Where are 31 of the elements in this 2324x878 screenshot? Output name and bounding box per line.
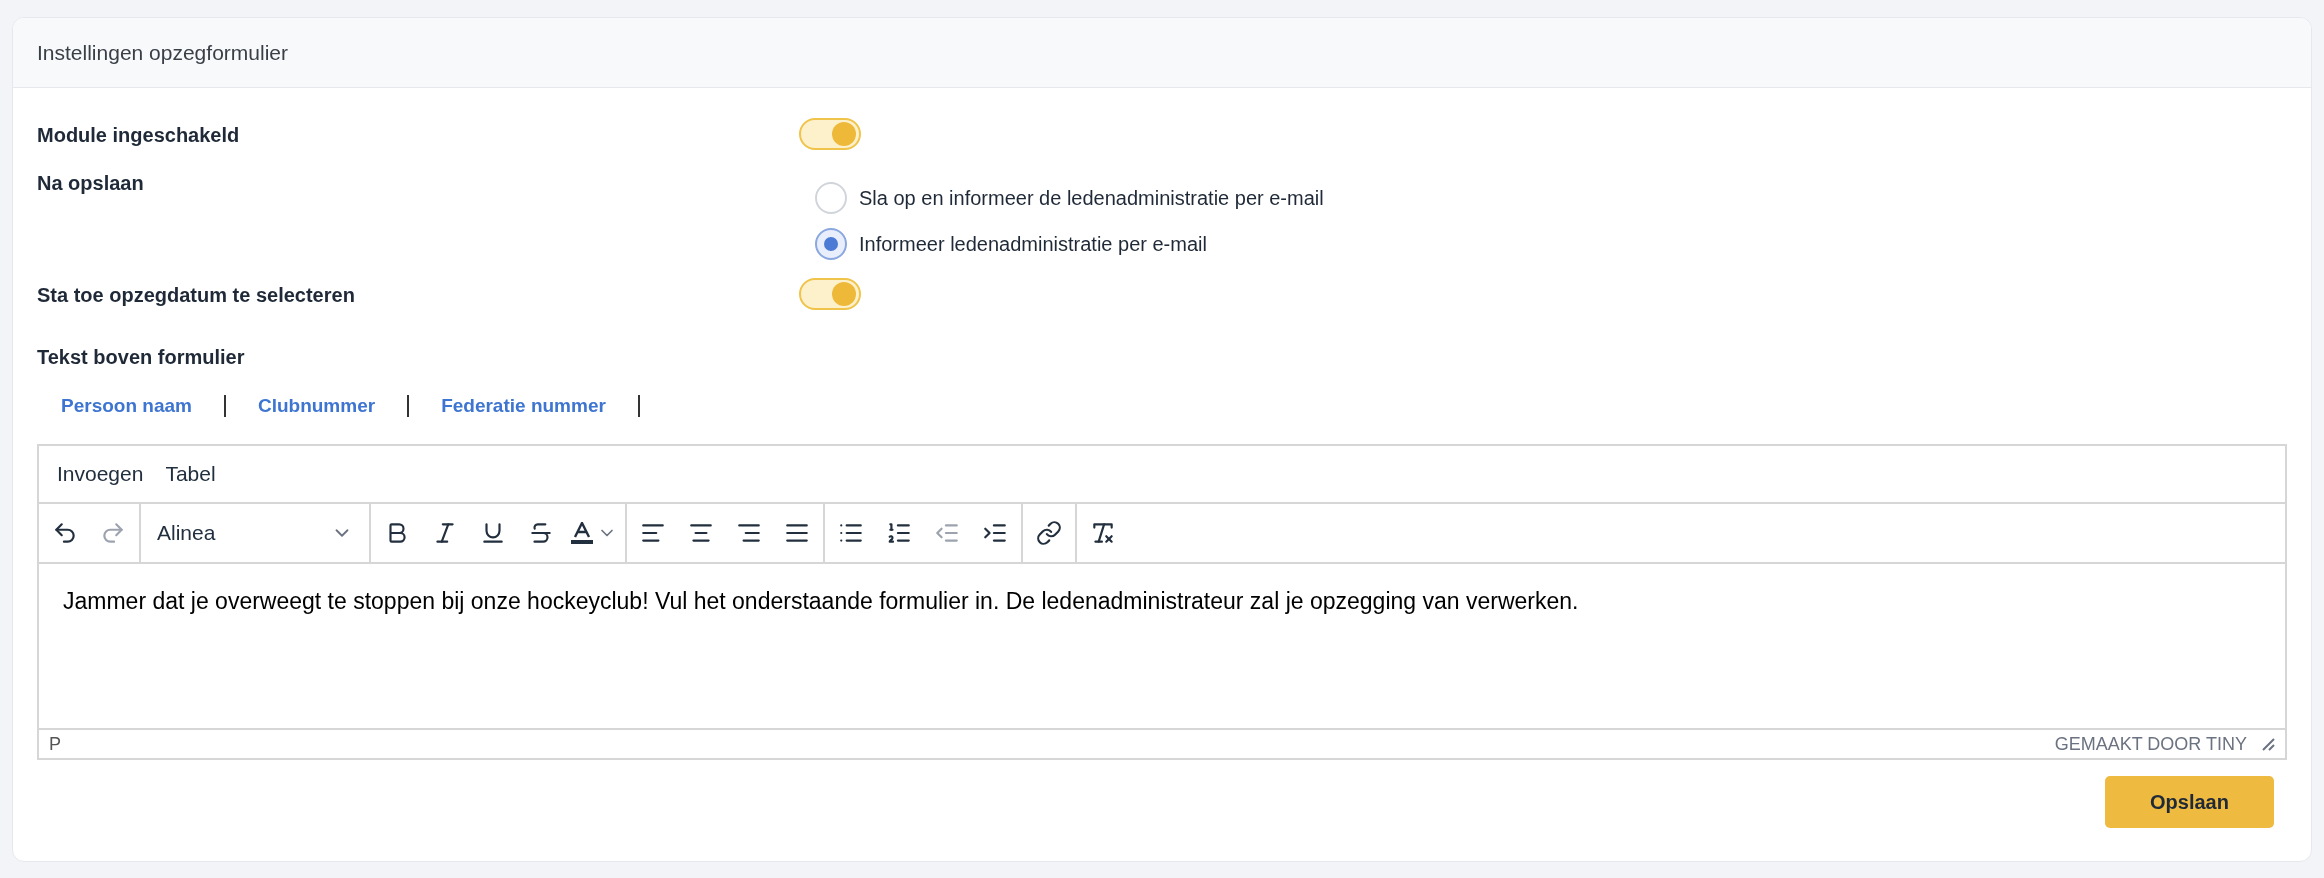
- underline-icon: [480, 520, 506, 546]
- editor-content-area[interactable]: Jammer dat je overweegt te stoppen bij onze hockeyclub! Vul het onderstaande formulier in. De ledenadministrateur zal je opzegging van verwerken.: [39, 564, 2285, 728]
- undo-icon: [52, 520, 78, 546]
- editor-text: Jammer dat je overweegt te stoppen bij onze hockeyclub! Vul het onderstaande formulier in. De ledenadministrateur zal je opzegging van verwerken.: [63, 587, 1580, 616]
- strikethrough-icon: [528, 520, 554, 546]
- clear-formatting-icon: [1090, 520, 1116, 546]
- menu-item[interactable]: Invoegen: [47, 454, 154, 494]
- numbered-list-icon: [886, 520, 912, 546]
- resize-handle-icon: [2261, 737, 2275, 751]
- setting-label: Sta toe opzegdatum te selecteren: [37, 283, 356, 308]
- setting-label: Na opslaan: [37, 171, 145, 196]
- merge-field-link[interactable]: Persoon naam: [61, 391, 192, 421]
- setting-label: Module ingeschakeld: [37, 123, 241, 148]
- branding-text: GEMAAKT DOOR TINY: [2054, 732, 2247, 756]
- menu-item[interactable]: Tabel: [155, 454, 226, 494]
- section-label: Tekst boven formulier: [37, 345, 246, 370]
- radio-button[interactable]: [815, 228, 847, 260]
- format-select[interactable]: Alinea: [145, 511, 365, 555]
- radio-button[interactable]: [815, 182, 847, 214]
- merge-field-link[interactable]: Clubnummer: [257, 391, 376, 421]
- element-path: P: [49, 732, 61, 756]
- card-title: Instellingen opzegformulier: [37, 39, 288, 66]
- toggle-switch[interactable]: [799, 278, 861, 310]
- toggle-switch[interactable]: [799, 118, 861, 150]
- radio-label: Sla op en informeer de ledenadministratie per e-mail: [859, 186, 1324, 211]
- link-icon: [1036, 520, 1062, 546]
- text-color-icon: [571, 522, 593, 544]
- save-button[interactable]: Opslaan: [2105, 776, 2274, 828]
- radio-label: Informeer ledenadministratie per e-mail: [859, 232, 1207, 257]
- redo-icon: [100, 520, 126, 546]
- merge-field-link[interactable]: Federatie nummer: [441, 391, 606, 421]
